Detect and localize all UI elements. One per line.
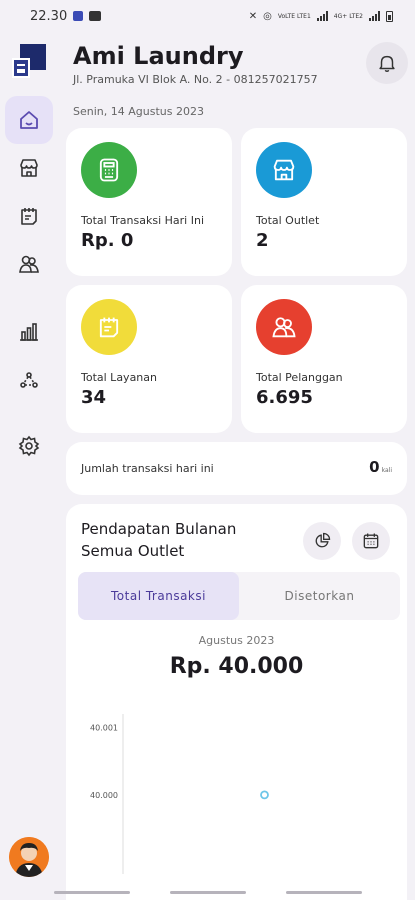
status-bar: 22.30 ✕ ◎ VoLTE LTE1 4G+ LTE2 xyxy=(0,0,415,32)
notification-icon xyxy=(73,11,84,21)
stat-card-outlets[interactable]: Total Outlet 2 xyxy=(241,128,407,276)
status-time: 22.30 xyxy=(30,8,68,24)
stat-icon-bg xyxy=(81,142,137,198)
outlet-address: Jl. Pramuka VI Blok A. No. 2 - 081257021… xyxy=(73,73,318,86)
avatar[interactable] xyxy=(9,837,49,877)
signal-1-icon xyxy=(316,11,328,21)
nav-indicator-center xyxy=(170,891,246,894)
notification-button[interactable] xyxy=(366,42,408,84)
nav-home[interactable] xyxy=(5,96,53,144)
mute-icon: ✕ xyxy=(248,10,258,22)
main-content: Ami Laundry Jl. Pramuka VI Blok A. No. 2… xyxy=(58,32,415,900)
revenue-title: Pendapatan Bulanan Semua Outlet xyxy=(81,520,237,560)
chart-point[interactable] xyxy=(260,790,269,800)
nav-network[interactable] xyxy=(5,356,53,404)
nav-settings[interactable] xyxy=(5,422,53,470)
stat-label: Total Pelanggan xyxy=(256,371,343,384)
bell-icon xyxy=(379,55,395,72)
nav-reports[interactable] xyxy=(5,308,53,356)
transactions-today-card[interactable]: Jumlah transaksi hari ini 0 kali xyxy=(66,442,407,495)
stat-label: Total Transaksi Hari Ini xyxy=(81,214,205,227)
calendar-icon xyxy=(363,533,379,549)
stat-label: Total Layanan xyxy=(81,371,157,384)
stat-card-services[interactable]: Total Layanan 34 xyxy=(66,285,232,433)
calendar-button[interactable] xyxy=(352,522,390,560)
bar-chart-icon xyxy=(20,323,38,341)
revenue-chart: 40.001 40.000 xyxy=(90,714,269,874)
transactions-today-label: Jumlah transaksi hari ini xyxy=(81,462,214,475)
nav-outlet[interactable] xyxy=(5,144,53,192)
stat-value: 2 xyxy=(256,230,269,251)
store-icon xyxy=(273,159,295,181)
clipboard-icon xyxy=(21,208,37,225)
revenue-tabs: Total Transaksi Disetorkan xyxy=(78,572,400,620)
cash-register-icon xyxy=(99,158,119,182)
stat-value: 34 xyxy=(81,387,107,408)
gear-icon xyxy=(18,435,40,457)
chart-type-button[interactable] xyxy=(303,522,341,560)
chart-y-tick-label: 40.001 xyxy=(90,723,118,732)
stat-label: Total Outlet xyxy=(256,214,320,227)
current-date: Senin, 14 Agustus 2023 xyxy=(73,105,204,118)
nav-indicator-right xyxy=(286,891,362,894)
stat-value: Rp. 0 xyxy=(81,230,134,251)
transactions-today-unit: kali xyxy=(381,467,392,474)
tab-total-transaksi[interactable]: Total Transaksi xyxy=(78,572,239,620)
network-icon xyxy=(20,372,38,388)
revenue-amount: Rp. 40.000 xyxy=(169,654,304,679)
hotspot-icon: ◎ xyxy=(263,10,272,22)
transactions-today-count: 0 kali xyxy=(369,458,392,476)
signal-2-icon xyxy=(369,11,380,21)
sidebar xyxy=(0,32,58,900)
tab-disetorkan[interactable]: Disetorkan xyxy=(239,572,400,620)
user-avatar-icon xyxy=(9,837,49,877)
stat-icon-bg xyxy=(256,142,312,198)
stat-card-transactions[interactable]: Total Transaksi Hari Ini Rp. 0 xyxy=(66,128,232,276)
page-title: Ami Laundry xyxy=(73,42,244,70)
app-logo xyxy=(12,44,46,78)
users-icon xyxy=(19,255,39,273)
customers-icon xyxy=(272,317,296,338)
store-icon xyxy=(20,159,38,177)
chart-y-tick-label: 40.000 xyxy=(90,791,118,800)
nav-indicator-left xyxy=(54,891,130,894)
stat-icon-bg xyxy=(81,299,137,355)
stat-icon-bg xyxy=(256,299,312,355)
pie-chart-icon xyxy=(315,532,331,548)
nav-customers[interactable] xyxy=(5,240,53,288)
battery-icon xyxy=(386,10,393,22)
youtube-icon xyxy=(89,11,102,21)
revenue-period: Agustus 2023 xyxy=(198,634,275,647)
stat-value: 6.695 xyxy=(256,387,313,408)
services-list-icon xyxy=(99,317,119,338)
home-icon xyxy=(20,111,38,129)
network-2: 4G+ LTE2 xyxy=(333,12,363,20)
network-1: VoLTE LTE1 xyxy=(277,12,311,20)
stat-card-customers[interactable]: Total Pelanggan 6.695 xyxy=(241,285,407,433)
transactions-today-value: 0 xyxy=(369,458,380,476)
revenue-card: Pendapatan Bulanan Semua Outlet Total Tr… xyxy=(66,504,407,900)
nav-services[interactable] xyxy=(5,192,53,240)
